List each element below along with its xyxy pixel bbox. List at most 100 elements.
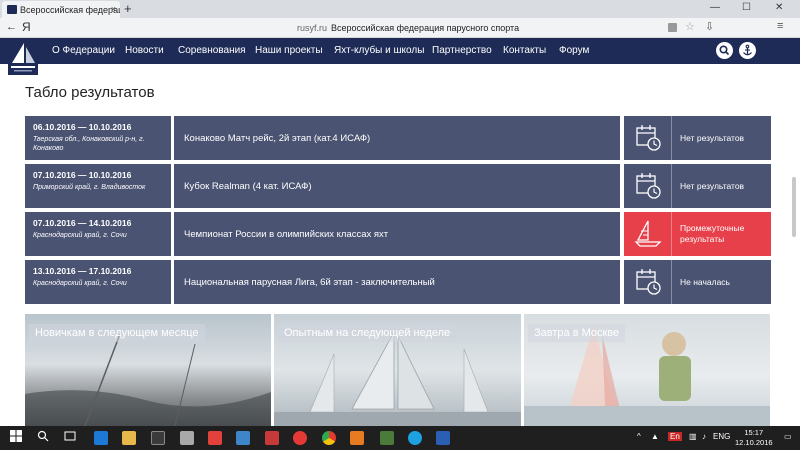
event-status-cell[interactable]: Не началась xyxy=(624,260,771,304)
event-name[interactable]: Конаково Матч рейс, 2й этап (кат.4 ИСАФ) xyxy=(174,116,620,160)
event-place: Краснодарский край, г. Сочи xyxy=(33,280,127,287)
url-domain[interactable]: rusyf.ru xyxy=(297,23,327,33)
chrome-icon[interactable] xyxy=(322,431,336,445)
task-view-icon[interactable] xyxy=(64,430,76,445)
windows-start-icon[interactable] xyxy=(10,430,22,445)
back-button[interactable]: ← xyxy=(6,21,17,33)
photos-icon[interactable] xyxy=(380,431,394,445)
tray-chevron-icon[interactable]: ^ xyxy=(637,432,641,441)
promo-panel-beginners[interactable]: Новичкам в следующем месяце xyxy=(25,314,271,426)
event-status-cell[interactable]: Промежуточные результаты xyxy=(624,212,771,256)
search-icon[interactable] xyxy=(37,430,49,445)
page-title: Табло результатов xyxy=(25,84,155,101)
nav-item-yacht-clubs[interactable]: Яхт-клубы и школы xyxy=(334,45,424,56)
page-scrollbar[interactable] xyxy=(792,177,796,237)
event-place: Тверская обл., Конаковский р-н, г. Конак… xyxy=(33,136,145,152)
anchor-icon[interactable] xyxy=(739,42,756,59)
keyboard-language[interactable]: ENG xyxy=(713,432,730,441)
nav-item-news[interactable]: Новости xyxy=(125,45,164,56)
status-divider xyxy=(671,260,672,304)
media-player-icon[interactable] xyxy=(236,431,250,445)
file-explorer-icon[interactable] xyxy=(122,431,136,445)
calendar-clock-icon xyxy=(636,125,661,151)
nav-item-forum[interactable]: Форум xyxy=(559,45,589,56)
event-dates: 06.10.2016 — 10.10.2016 xyxy=(33,122,132,132)
results-row[interactable]: 13.10.2016 — 17.10.2016 Краснодарский кр… xyxy=(25,260,771,304)
event-date-cell: 06.10.2016 — 10.10.2016 Тверская обл., К… xyxy=(25,116,171,160)
event-status: Промежуточные результаты xyxy=(680,223,745,244)
results-row[interactable]: 06.10.2016 — 10.10.2016 Тверская обл., К… xyxy=(25,116,771,160)
yandex-app-icon[interactable] xyxy=(208,431,222,445)
calendar-clock-icon xyxy=(636,173,661,199)
downloads-icon[interactable]: ⇩ xyxy=(705,20,714,33)
yandex-browser-icon[interactable] xyxy=(293,431,307,445)
event-dates: 13.10.2016 — 17.10.2016 xyxy=(33,266,132,276)
event-status: Не началась xyxy=(680,276,730,287)
tab-title: Всероссийская федерац xyxy=(20,5,120,15)
promo-label: Новичкам в следующем месяце xyxy=(29,324,205,342)
browser-tab[interactable]: Всероссийская федерац × xyxy=(2,1,120,18)
store-icon[interactable] xyxy=(151,431,165,445)
nav-item-partnership[interactable]: Партнерство xyxy=(432,45,492,56)
word-icon[interactable] xyxy=(436,431,450,445)
event-status: Нет результатов xyxy=(680,180,745,191)
yandex-button[interactable]: Я xyxy=(22,20,31,34)
lock-icon[interactable] xyxy=(668,23,677,32)
site-favicon-icon xyxy=(7,5,17,14)
document-app-icon[interactable] xyxy=(265,431,279,445)
search-icon[interactable] xyxy=(716,42,733,59)
event-name[interactable]: Чемпионат России в олимпийских классах я… xyxy=(174,212,620,256)
nav-item-contacts[interactable]: Контакты xyxy=(503,45,546,56)
network-icon[interactable]: ▥ xyxy=(689,432,697,441)
tray-alert-icon[interactable]: ▲ xyxy=(651,432,659,441)
volume-icon[interactable]: ♪ xyxy=(702,432,706,441)
status-divider xyxy=(671,164,672,208)
site-navigation: О Федерации Новости Соревнования Наши пр… xyxy=(0,38,800,75)
event-place: Краснодарский край, г. Сочи xyxy=(33,232,127,239)
calendar-clock-icon xyxy=(636,269,661,295)
notifications-icon[interactable]: ▭ xyxy=(784,432,792,441)
nav-item-competitions[interactable]: Соревнования xyxy=(178,45,246,56)
edge-icon[interactable] xyxy=(94,431,108,445)
nav-item-projects[interactable]: Наши проекты xyxy=(255,45,323,56)
promo-panel-experienced[interactable]: Опытным на следующей неделе xyxy=(274,314,521,426)
status-divider xyxy=(671,116,672,160)
tray-lang-flag-icon[interactable]: En xyxy=(668,432,682,441)
nav-item-federation[interactable]: О Федерации xyxy=(52,45,115,56)
browser-menu-icon[interactable]: ≡ xyxy=(777,20,783,32)
windows-taskbar: ^ ▲ En ▥ ♪ ENG 15:17 12.10.2016 ▭ xyxy=(0,426,800,450)
close-window-button[interactable]: ✕ xyxy=(775,2,783,13)
site-logo[interactable] xyxy=(8,41,38,75)
event-status-cell[interactable]: Нет результатов xyxy=(624,164,771,208)
browser-tab-bar: Всероссийская федерац × + — ☐ ✕ xyxy=(0,0,800,18)
minimize-button[interactable]: — xyxy=(710,2,720,13)
event-date-cell: 07.10.2016 — 10.10.2016 Приморский край,… xyxy=(25,164,171,208)
sailboat-icon xyxy=(634,220,662,247)
bookmark-star-icon[interactable]: ☆ xyxy=(685,20,695,33)
tools-icon[interactable] xyxy=(180,431,194,445)
event-name[interactable]: Национальная парусная Лига, 6й этап - за… xyxy=(174,260,620,304)
promo-label: Опытным на следующей неделе xyxy=(278,324,457,342)
event-place: Приморский край, г. Владивосток xyxy=(33,184,146,191)
new-tab-button[interactable]: + xyxy=(124,1,132,16)
results-row[interactable]: 07.10.2016 — 14.10.2016 Краснодарский кр… xyxy=(25,212,771,256)
url-page-title[interactable]: Всероссийская федерация парусного спорта xyxy=(331,23,519,33)
event-status-cell[interactable]: Нет результатов xyxy=(624,116,771,160)
promo-panel-moscow[interactable]: Завтра в Москве xyxy=(524,314,770,426)
paint-icon[interactable] xyxy=(350,431,364,445)
address-bar: ← Я rusyf.ru Всероссийская федерация пар… xyxy=(0,18,800,38)
event-name[interactable]: Кубок Realman (4 кат. ИСАФ) xyxy=(174,164,620,208)
status-divider xyxy=(671,212,672,256)
event-dates: 07.10.2016 — 14.10.2016 xyxy=(33,218,132,228)
event-dates: 07.10.2016 — 10.10.2016 xyxy=(33,170,132,180)
system-clock[interactable]: 15:17 12.10.2016 xyxy=(735,428,773,448)
tab-close-icon[interactable]: × xyxy=(111,4,116,14)
maximize-button[interactable]: ☐ xyxy=(742,2,751,13)
main-content: Табло результатов 06.10.2016 — 10.10.201… xyxy=(0,64,800,426)
event-date-cell: 13.10.2016 — 17.10.2016 Краснодарский кр… xyxy=(25,260,171,304)
clock-time: 15:17 xyxy=(744,428,764,437)
results-row[interactable]: 07.10.2016 — 10.10.2016 Приморский край,… xyxy=(25,164,771,208)
event-status: Нет результатов xyxy=(680,132,745,143)
clock-date: 12.10.2016 xyxy=(735,438,773,447)
skype-icon[interactable] xyxy=(408,431,422,445)
